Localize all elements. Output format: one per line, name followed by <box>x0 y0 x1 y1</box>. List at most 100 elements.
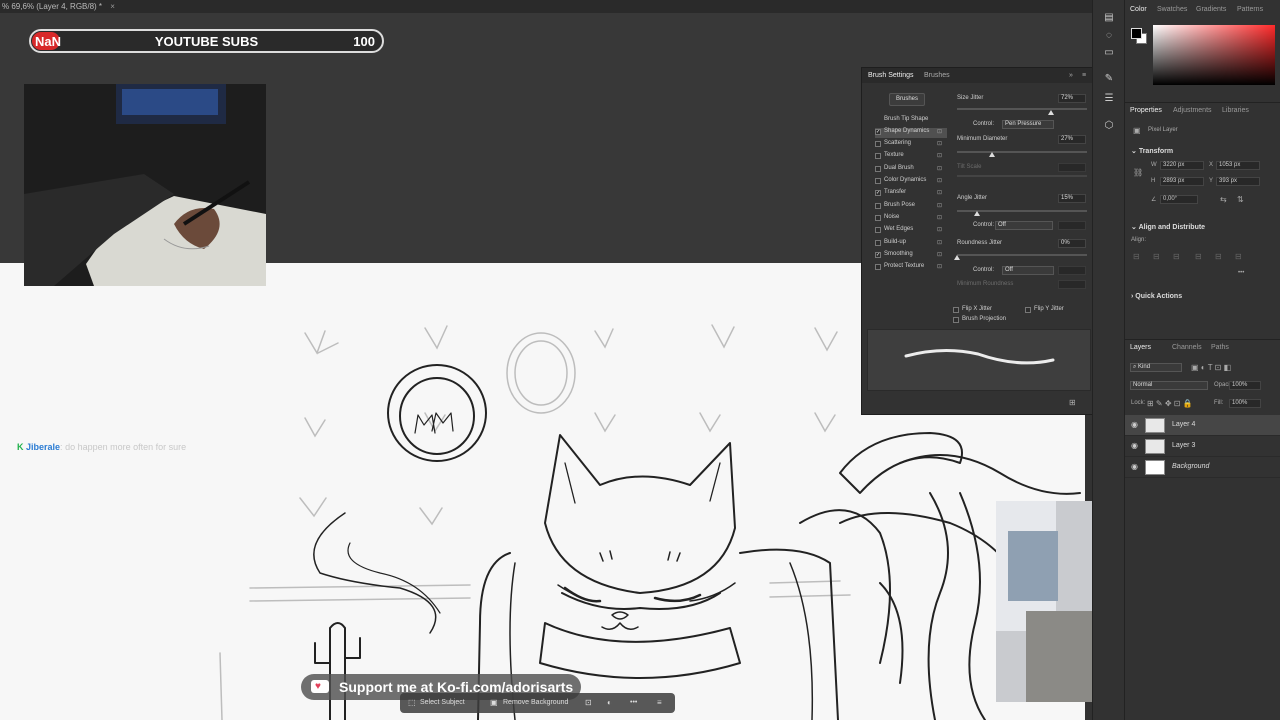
checkbox-icon[interactable]: ✓ <box>875 252 881 258</box>
option-wet-edges[interactable]: Wet Edges ⊡ <box>875 226 947 236</box>
lock-icon[interactable]: ⊡ <box>937 128 942 135</box>
blend-mode-select[interactable]: Normal <box>1130 381 1208 390</box>
checkbox-icon[interactable] <box>953 317 959 323</box>
layer-row[interactable]: ◉ Background <box>1125 457 1280 478</box>
y-field[interactable]: 393 px <box>1216 177 1260 186</box>
tab-layers[interactable]: Layers <box>1130 344 1151 351</box>
opacity-field[interactable]: 100% <box>1229 381 1261 390</box>
control-select-angle[interactable]: Off <box>995 221 1053 230</box>
more-options-button[interactable]: ••• <box>630 693 637 713</box>
option-brush-tip-shape[interactable]: Brush Tip Shape <box>875 116 947 126</box>
tab-brushes[interactable]: Brushes <box>924 72 950 79</box>
visibility-eye-icon[interactable]: ◉ <box>1131 420 1138 429</box>
tab-properties[interactable]: Properties <box>1130 107 1162 114</box>
sliders-icon[interactable]: ☰ <box>1103 93 1115 105</box>
option-build-up[interactable]: Build-up ⊡ <box>875 239 947 249</box>
brush-projection[interactable]: Brush Projection <box>953 316 1025 326</box>
transform-icon[interactable]: ⊡ <box>585 693 592 713</box>
foreground-color-swatch[interactable] <box>1131 28 1142 39</box>
lock-options-icon[interactable]: ⊞ ✎ ✥ ⊡ 🔒 <box>1147 399 1193 408</box>
tab-channels[interactable]: Channels <box>1172 344 1202 351</box>
checkbox-icon[interactable] <box>875 240 881 246</box>
checkbox-icon[interactable] <box>875 153 881 159</box>
tab-paths[interactable]: Paths <box>1211 344 1229 351</box>
roundness-jitter-knob[interactable] <box>954 255 960 260</box>
lock-icon[interactable]: ⊡ <box>937 140 942 147</box>
minimum-diameter-value[interactable]: 27% <box>1058 135 1086 144</box>
tab-color[interactable]: Color <box>1130 6 1147 13</box>
tab-gradients[interactable]: Gradients <box>1196 6 1226 13</box>
align-middle-icon[interactable]: ⊟ <box>1215 252 1222 261</box>
tab-patterns[interactable]: Patterns <box>1237 6 1263 13</box>
history-icon[interactable]: ▤ <box>1103 12 1115 24</box>
lock-icon[interactable]: ⊡ <box>937 177 942 184</box>
settings-icon[interactable]: ≡ <box>657 693 662 713</box>
lock-icon[interactable]: ⊡ <box>937 239 942 246</box>
link-icon[interactable]: ⛓ <box>1133 168 1143 177</box>
fill-field[interactable]: 100% <box>1229 399 1261 408</box>
roundness-jitter-value[interactable]: 0% <box>1058 239 1086 248</box>
flip-x-jitter[interactable]: Flip X Jitter <box>953 306 1025 316</box>
option-color-dynamics[interactable]: Color Dynamics ⊡ <box>875 177 947 187</box>
option-transfer[interactable]: ✓ Transfer ⊡ <box>875 189 947 199</box>
flip-vertical-icon[interactable]: ⇅ <box>1237 195 1244 204</box>
x-field[interactable]: 1053 px <box>1216 161 1260 170</box>
lock-icon[interactable]: ⊡ <box>937 226 942 233</box>
checkbox-icon[interactable] <box>875 141 881 147</box>
angle-jitter-value[interactable]: 15% <box>1058 194 1086 203</box>
size-jitter-value[interactable]: 72% <box>1058 94 1086 103</box>
size-jitter-knob[interactable] <box>1047 110 1054 115</box>
option-noise[interactable]: Noise ⊡ <box>875 214 947 224</box>
brushes-button[interactable]: Brushes <box>889 93 925 106</box>
lock-icon[interactable]: ⊡ <box>937 152 942 159</box>
option-scattering[interactable]: Scattering ⊡ <box>875 140 947 150</box>
control-select-roundness[interactable]: Off <box>1002 266 1054 275</box>
height-field[interactable]: 2893 px <box>1160 177 1204 186</box>
roundness-jitter-slider[interactable] <box>957 254 1087 256</box>
shield-icon[interactable]: ⬡ <box>1103 120 1115 132</box>
checkbox-icon[interactable] <box>875 215 881 221</box>
checkbox-icon[interactable] <box>875 264 881 270</box>
more-align-icon[interactable]: ••• <box>1238 270 1244 276</box>
option-protect-texture[interactable]: Protect Texture ⊡ <box>875 263 947 273</box>
tab-adjustments[interactable]: Adjustments <box>1173 107 1212 114</box>
checkbox-icon[interactable] <box>875 178 881 184</box>
align-left-icon[interactable]: ⊟ <box>1133 252 1140 261</box>
lock-icon[interactable]: ⊡ <box>937 165 942 172</box>
color-picker-field[interactable] <box>1153 25 1275 85</box>
size-jitter-slider[interactable] <box>957 108 1087 110</box>
filter-icons[interactable]: ▣ ◐ T ⊡ ◧ <box>1191 363 1231 372</box>
checkbox-icon[interactable] <box>1025 307 1031 313</box>
option-brush-pose[interactable]: Brush Pose ⊡ <box>875 202 947 212</box>
width-field[interactable]: 3220 px <box>1160 161 1204 170</box>
align-right-icon[interactable]: ⊟ <box>1173 252 1180 261</box>
checkbox-icon[interactable]: ✓ <box>875 129 881 135</box>
checkbox-icon[interactable] <box>875 203 881 209</box>
layer-row[interactable]: ◉ Layer 4 <box>1125 415 1280 436</box>
lock-icon[interactable]: ⊡ <box>937 189 942 196</box>
align-bottom-icon[interactable]: ⊟ <box>1235 252 1242 261</box>
align-center-icon[interactable]: ⊟ <box>1153 252 1160 261</box>
checkbox-icon[interactable]: ✓ <box>875 190 881 196</box>
comments-icon[interactable]: ▭ <box>1103 47 1115 59</box>
align-top-icon[interactable]: ⊟ <box>1195 252 1202 261</box>
panel-menu-icon[interactable]: ≡ <box>1082 72 1086 79</box>
visibility-eye-icon[interactable]: ◉ <box>1131 441 1138 450</box>
close-icon[interactable]: × <box>110 2 115 11</box>
flip-horizontal-icon[interactable]: ⇆ <box>1220 195 1227 204</box>
minimum-diameter-knob[interactable] <box>989 152 996 157</box>
minimum-diameter-slider[interactable] <box>957 151 1087 153</box>
tab-libraries[interactable]: Libraries <box>1222 107 1249 114</box>
collapse-icon[interactable]: » <box>1069 72 1073 79</box>
layer-kind-filter[interactable]: ⌕ Kind <box>1130 363 1182 372</box>
option-smoothing[interactable]: ✓ Smoothing ⊡ <box>875 251 947 261</box>
angle-field[interactable]: 0,00° <box>1160 195 1198 204</box>
visibility-eye-icon[interactable]: ◉ <box>1131 462 1138 471</box>
document-tab[interactable]: % 69,6% (Layer 4, RGB/8) * × <box>0 0 1092 13</box>
tab-brush-settings[interactable]: Brush Settings <box>868 72 914 79</box>
checkbox-icon[interactable] <box>953 307 959 313</box>
mask-icon[interactable]: ◐ <box>607 693 612 713</box>
select-subject-button[interactable]: Select Subject <box>420 693 465 713</box>
layer-row[interactable]: ◉ Layer 3 <box>1125 436 1280 457</box>
new-brush-icon[interactable]: ⊞ <box>1069 398 1076 407</box>
